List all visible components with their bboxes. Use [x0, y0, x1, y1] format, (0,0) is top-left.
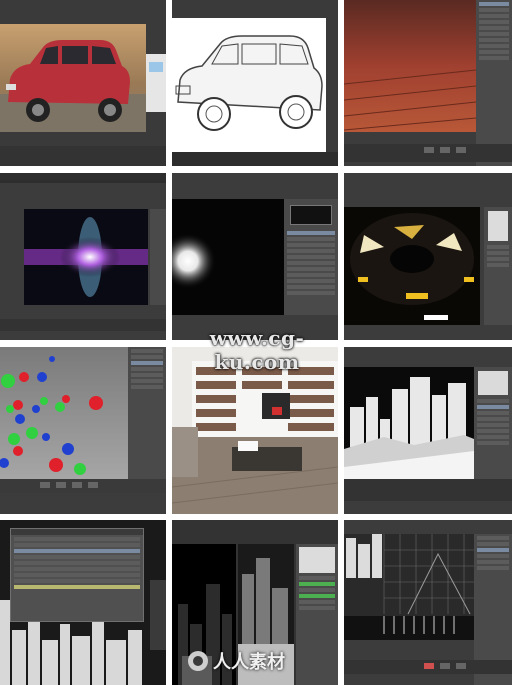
attribute-panel — [150, 209, 166, 305]
timeline-bar — [0, 146, 166, 166]
rays-viewport — [344, 207, 480, 325]
tile-white-city[interactable] — [344, 347, 512, 514]
light-rays-illustration — [350, 213, 474, 320]
tile-mini-car-sketch[interactable] — [172, 0, 338, 166]
floor-viewport — [344, 0, 476, 132]
grid-viewport — [344, 534, 474, 640]
render-toolbar — [344, 144, 512, 162]
spheres-illustration — [0, 356, 103, 475]
tile-grid-city[interactable] — [344, 520, 512, 685]
render-viewport — [0, 24, 146, 132]
sketch-viewport — [172, 18, 326, 152]
white-city-illustration — [344, 377, 474, 479]
spheres-viewport — [0, 347, 128, 479]
site-watermark: www.cg-ku.com — [209, 326, 305, 374]
brand-watermark-text: 人人素材 — [213, 652, 285, 673]
car-render-illustration — [0, 40, 146, 132]
brand-logo-icon — [188, 651, 208, 671]
timeline — [0, 319, 166, 331]
attribute-panel — [476, 0, 512, 166]
menu-bar — [0, 173, 166, 183]
screenshot-grid: www.cg-ku.com 人人素材 — [0, 0, 512, 685]
brand-watermark: 人人素材 — [188, 648, 285, 674]
city-viewport — [344, 367, 474, 479]
lens-flare-illustration — [24, 217, 148, 297]
lens-viewport — [24, 209, 148, 305]
side-panel — [146, 54, 166, 112]
timeline — [344, 479, 512, 501]
tile-light-rays[interactable] — [344, 173, 512, 340]
tile-glow-light[interactable] — [172, 173, 338, 340]
timeline — [344, 660, 512, 674]
tile-colored-spheres[interactable] — [0, 347, 166, 514]
timeline-bar — [172, 152, 338, 166]
tile-lens-flare[interactable] — [0, 173, 166, 340]
grid-city-illustration — [344, 534, 474, 640]
attribute-dialog[interactable] — [10, 528, 144, 622]
attribute-panel — [128, 347, 166, 479]
tile-city-attributes[interactable] — [0, 520, 166, 685]
timeline — [0, 479, 166, 493]
attribute-panel — [284, 199, 338, 315]
glow-illustration — [172, 233, 216, 289]
glow-viewport — [172, 199, 284, 315]
tile-mini-car-render[interactable] — [0, 0, 166, 166]
tile-wood-floor[interactable] — [344, 0, 512, 166]
attribute-panel — [484, 207, 512, 325]
car-sketch-illustration — [175, 35, 323, 131]
wood-plank-lines — [344, 69, 476, 131]
object-manager — [474, 367, 512, 479]
attribute-panel — [296, 544, 338, 685]
